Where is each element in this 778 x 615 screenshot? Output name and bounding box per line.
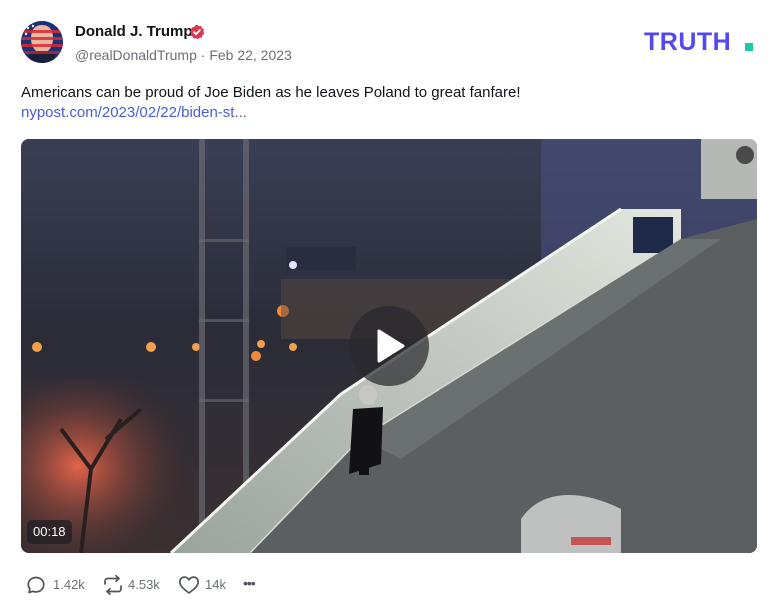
video-player[interactable]: 00:18 [21, 139, 757, 553]
meta-separator: · [200, 47, 206, 63]
truth-social-logo[interactable]: TRUTH [643, 28, 759, 56]
play-icon [377, 329, 405, 363]
reply-button[interactable]: 1.42k [26, 572, 96, 598]
post-body-text: Americans can be proud of Joe Biden as h… [21, 84, 521, 101]
avatar-image [21, 21, 63, 63]
retruth-icon [104, 575, 122, 595]
retruth-button[interactable]: 4.53k [102, 572, 180, 598]
like-count: 14k [205, 577, 226, 592]
author-handle[interactable]: @realDonaldTrump [75, 47, 197, 63]
svg-text:TRUTH: TRUTH [644, 28, 731, 56]
play-button[interactable] [349, 306, 429, 386]
author-name[interactable]: Donald J. Trump [75, 23, 193, 41]
reply-count: 1.42k [53, 577, 85, 592]
author-meta: @realDonaldTrump · Feb 22, 2023 [75, 47, 292, 64]
heart-icon [178, 576, 200, 594]
truth-social-post: Donald J. Trump @realDonaldTrump · Feb 2… [0, 0, 778, 615]
retruth-count: 4.53k [128, 577, 160, 592]
more-options-button[interactable]: ••• [243, 572, 269, 598]
like-button[interactable]: 14k [178, 572, 234, 598]
author-avatar[interactable] [21, 21, 63, 63]
more-icon: ••• [243, 575, 256, 591]
reply-icon [27, 576, 45, 594]
post-date[interactable]: Feb 22, 2023 [209, 47, 292, 63]
verified-badge-icon [189, 24, 205, 40]
video-duration-badge: 00:18 [27, 520, 72, 544]
post-link[interactable]: nypost.com/2023/02/22/biden-st... [21, 104, 247, 122]
